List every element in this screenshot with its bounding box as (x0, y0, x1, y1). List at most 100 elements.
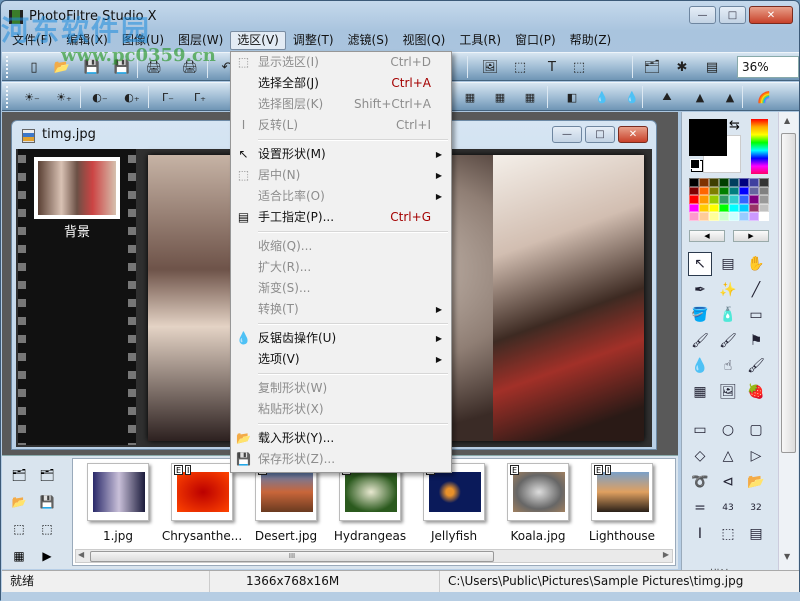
open-shape-icon[interactable]: 📂 (744, 470, 768, 494)
rounded-rect-shape-icon[interactable]: ▢ (744, 418, 768, 442)
grid-dark-icon[interactable]: ▦ (460, 87, 480, 107)
doc-close-button[interactable]: ✕ (618, 126, 648, 143)
palette-swatch[interactable] (749, 195, 759, 204)
scan-icon[interactable]: 🖨 (180, 57, 200, 77)
gradient-fade-icon[interactable]: ◧ (562, 87, 582, 107)
eyedropper-tool-icon[interactable]: ✒ (688, 278, 712, 302)
stamp-tool-icon[interactable]: ⚑ (744, 329, 768, 353)
zoom-input[interactable]: 36% (737, 56, 799, 78)
folder-select-icon[interactable]: ⬚ (10, 520, 28, 538)
palette-swatch[interactable] (719, 178, 729, 187)
menu-item[interactable]: 📂 载入形状(Y)... (231, 428, 451, 449)
palette-swatch[interactable] (749, 203, 759, 213)
fill-tool-icon[interactable]: 🪣 (688, 303, 712, 327)
contrast-plus-icon[interactable]: ◐₊ (122, 87, 142, 107)
ratio-43-shape-icon[interactable]: 43 (716, 496, 740, 520)
brightness-minus-icon[interactable]: ☀₋ (22, 87, 42, 107)
gamma-plus-icon[interactable]: Γ₊ (190, 87, 210, 107)
palette-swatch[interactable] (689, 195, 699, 204)
deform-tool-icon[interactable]: ▦ (688, 380, 712, 404)
thumbnail-item[interactable]: 1.jpg (81, 463, 167, 543)
palette-swatch[interactable] (749, 212, 759, 221)
selection-icon[interactable]: ⬚ (510, 57, 530, 77)
menu-item[interactable]: 粘贴形状(X) (231, 399, 451, 420)
menu-7[interactable]: 视图(Q) (396, 31, 453, 50)
eraser-tool-icon[interactable]: ▭ (744, 303, 768, 327)
open-icon[interactable]: 📂 (52, 57, 72, 77)
lasso-shape-icon[interactable]: ➰ (688, 470, 712, 494)
new-icon[interactable]: ▯ (24, 57, 44, 77)
toolbar-grip[interactable] (6, 86, 9, 108)
menu-3[interactable]: 图层(W) (171, 31, 230, 50)
menu-item[interactable]: 选项(V) ▶ (231, 349, 451, 370)
menu-0[interactable]: 文件(F) (5, 31, 59, 50)
menu-item[interactable]: 💧 反锯齿操作(U) ▶ (231, 328, 451, 349)
palette-swatch[interactable] (689, 203, 699, 213)
palette-swatch[interactable] (699, 195, 709, 204)
palette-swatch[interactable] (729, 212, 739, 221)
plugin-icon[interactable]: ✱ (672, 57, 692, 77)
palette-swatch[interactable] (699, 203, 709, 213)
shape-select-icon[interactable]: ⬚ (569, 57, 589, 77)
palette-swatch[interactable] (759, 186, 769, 196)
folder-image-icon[interactable]: 🗂 (38, 466, 56, 484)
folder-select2-icon[interactable]: ⬚ (38, 520, 56, 538)
palette-swatch[interactable] (689, 186, 699, 196)
right-triangle-shape-icon[interactable]: ▷ (744, 444, 768, 468)
tube-tool-icon[interactable]: 🍓 (744, 380, 768, 404)
menu-item[interactable]: 收缩(Q)... (231, 236, 451, 257)
palette-swatch[interactable] (709, 186, 719, 196)
menu-item[interactable]: 渐变(S)... (231, 278, 451, 299)
palette-swatch[interactable] (759, 195, 769, 204)
ratio-32-shape-icon[interactable]: 32 (744, 496, 768, 520)
contrast-minus-icon[interactable]: ◐₋ (90, 87, 110, 107)
palette-swatch[interactable] (719, 203, 729, 213)
palette-swatch[interactable] (759, 203, 769, 213)
palette-swatch[interactable] (699, 178, 709, 187)
sharpen-icon[interactable]: ▲ (690, 87, 710, 107)
ellipse-shape-icon[interactable]: ○ (716, 418, 740, 442)
advanced-brush-tool-icon[interactable]: 🖌 (716, 329, 740, 353)
palette-swatch[interactable] (709, 178, 719, 187)
menu-item[interactable]: ⬚ 居中(N) ▶ (231, 165, 451, 186)
thumbnail-item[interactable]: EJellyfish (417, 463, 503, 543)
folder-grid-icon[interactable]: ▦ (10, 547, 28, 565)
menu-item[interactable]: 💾 保存形状(Z)... (231, 449, 451, 470)
emboss-icon[interactable]: ⛰ (657, 87, 677, 107)
print-icon[interactable]: 🖨 (144, 57, 164, 77)
color-spectrum[interactable] (751, 119, 768, 174)
manual-select-tool-icon[interactable]: ▤ (716, 252, 740, 276)
duplicate-layer-icon[interactable]: 🖼 (480, 57, 500, 77)
menu-item[interactable]: 选择全部(J) Ctrl+A (231, 73, 451, 94)
blur-more-icon[interactable]: 💧 (622, 87, 642, 107)
toolbar-grip[interactable] (6, 56, 9, 78)
clone-tool-icon[interactable]: 🖼 (716, 380, 740, 404)
palette-next-button[interactable]: ▶ (733, 230, 769, 242)
line-tool-icon[interactable]: ╱ (744, 278, 768, 302)
menu-6[interactable]: 滤镜(S) (341, 31, 396, 50)
thumbnail-item[interactable]: EDesert.jpg (249, 463, 335, 543)
doc-minimize-button[interactable]: — (552, 126, 582, 143)
menu-item[interactable]: 扩大(R)... (231, 257, 451, 278)
rectangle-shape-icon[interactable]: ▭ (688, 418, 712, 442)
scroll-right-arrow[interactable]: ▶ (663, 550, 669, 559)
close-button[interactable]: ✕ (749, 6, 793, 24)
invert-shape-icon[interactable]: I (688, 522, 712, 546)
palette-swatch[interactable] (709, 203, 719, 213)
swap-colors-icon[interactable]: ⇆ (729, 118, 740, 133)
palette-swatch[interactable] (749, 186, 759, 196)
blur-tool-icon[interactable]: 💧 (688, 354, 712, 378)
palette-swatch[interactable] (739, 203, 749, 213)
text-icon[interactable]: T (542, 57, 562, 77)
grid-brown-icon[interactable]: ▦ (490, 87, 510, 107)
reset-colors-icon[interactable] (690, 159, 700, 169)
gamma-minus-icon[interactable]: Γ₋ (158, 87, 178, 107)
hand-tool-icon[interactable]: ✋ (744, 252, 768, 276)
center-shape-icon[interactable]: ⬚ (716, 522, 740, 546)
layer-thumbnail[interactable] (34, 157, 120, 219)
menu-item[interactable]: 复制形状(W) (231, 378, 451, 399)
color-range-icon[interactable]: 🌈 (754, 87, 774, 107)
menu-10[interactable]: 帮助(Z) (563, 31, 619, 50)
palette-swatch[interactable] (749, 178, 759, 187)
palette-swatch[interactable] (729, 186, 739, 196)
